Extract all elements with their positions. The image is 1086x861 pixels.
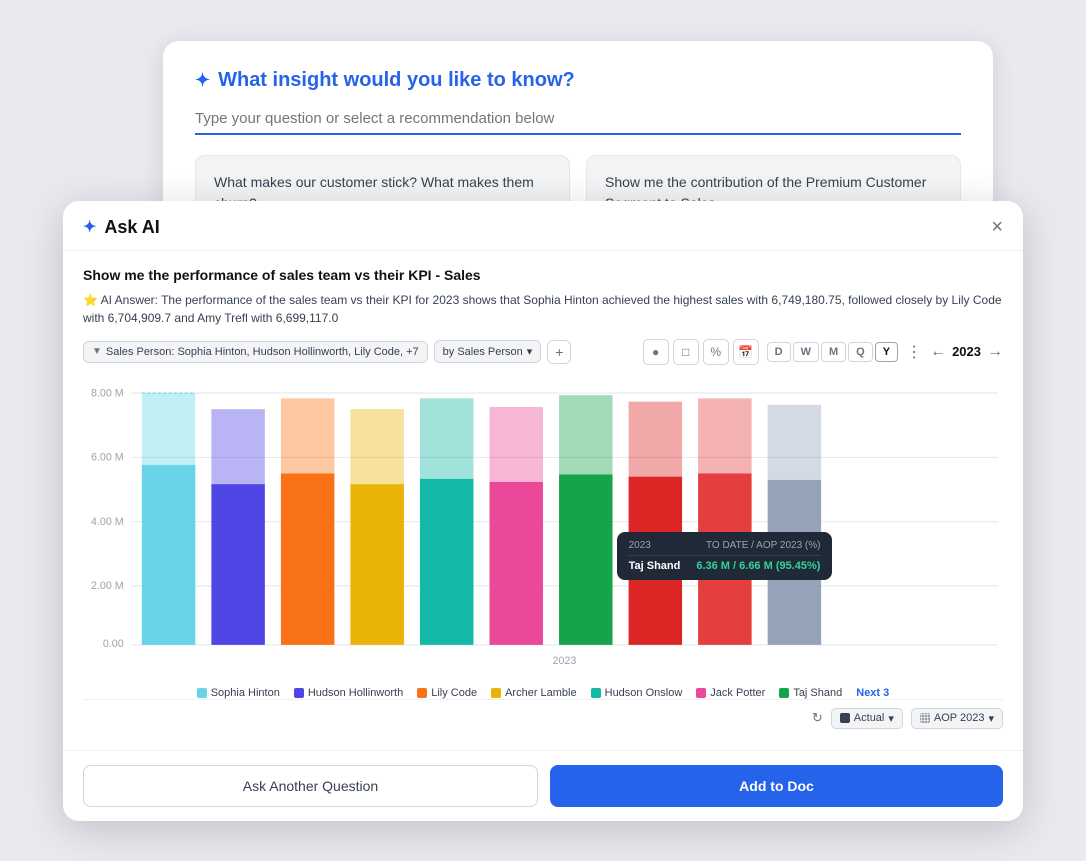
by-person-dropdown[interactable]: by Sales Person ▾ <box>434 340 542 363</box>
bar-sophia-actual[interactable] <box>142 464 195 644</box>
modal-sparkle-icon: ✦ <box>83 217 96 237</box>
period-btn-q[interactable]: Q <box>848 342 873 362</box>
legend-dot-hudson-h <box>294 688 304 698</box>
bar-hudson-o-kpi <box>420 398 473 478</box>
bar-taj-actual[interactable] <box>559 474 612 644</box>
percent-view-button[interactable]: % <box>703 339 729 365</box>
add-to-doc-button[interactable]: Add to Doc <box>550 765 1003 807</box>
chart-toolbar: ▼ Sales Person: Sophia Hinton, Hudson Ho… <box>83 339 1003 365</box>
bar-hudson-h-actual[interactable] <box>211 484 264 645</box>
bar-9-kpi <box>698 398 751 473</box>
ask-ai-modal: ✦ Ask AI × Show me the performance of sa… <box>63 201 1023 821</box>
star-icon: ⭐ <box>83 293 98 307</box>
bar-jack-actual[interactable] <box>490 482 543 645</box>
year-nav: ← 2023 → <box>930 343 1003 361</box>
modal-header: ✦ Ask AI × <box>63 201 1023 251</box>
aop-chevron-icon: ▾ <box>988 712 994 725</box>
legend-dot-hudson-o <box>591 688 601 698</box>
rec-title: ✦ What insight would you like to know? <box>195 69 961 92</box>
period-btn-m[interactable]: M <box>821 342 846 362</box>
chart-footer: ↻ Actual ▾ AOP 2023 ▾ <box>83 699 1003 733</box>
bar-lily-actual[interactable] <box>281 473 334 644</box>
chart-controls-right: ● □ % 📅 D W M Q Y ⋮ ← 202 <box>643 339 1003 365</box>
legend-sophia: Sophia Hinton <box>197 687 280 699</box>
actual-color <box>840 713 850 723</box>
period-btn-w[interactable]: W <box>793 342 819 362</box>
rec-title-text: What insight would you like to know? <box>218 69 575 92</box>
year-label: 2023 <box>952 344 981 359</box>
sparkle-icon: ✦ <box>195 70 210 91</box>
refresh-icon: ↻ <box>812 710 823 726</box>
bar-hudson-h-kpi <box>211 409 264 484</box>
filter-tags: ▼ Sales Person: Sophia Hinton, Hudson Ho… <box>83 340 571 364</box>
svg-text:2.00 M: 2.00 M <box>91 580 124 592</box>
close-button[interactable]: × <box>991 217 1003 237</box>
calendar-view-button[interactable]: 📅 <box>733 339 759 365</box>
modal-body: Show me the performance of sales team vs… <box>63 251 1023 750</box>
ai-answer: ⭐ AI Answer: The performance of the sale… <box>83 291 1003 327</box>
bar-10-kpi <box>768 404 821 479</box>
aop-color <box>920 713 930 723</box>
legend-hudson-h: Hudson Hollinworth <box>294 687 403 699</box>
ask-another-button[interactable]: Ask Another Question <box>83 765 538 807</box>
bar-taj-kpi <box>559 395 612 474</box>
svg-text:8.00 M: 8.00 M <box>91 387 124 399</box>
actual-badge[interactable]: Actual ▾ <box>831 708 903 729</box>
bar-sophia-kpi <box>142 393 195 465</box>
chart-container: 8.00 M 6.00 M 4.00 M 2.00 M 0.00 <box>83 377 1003 677</box>
bar-archer-kpi <box>350 409 403 484</box>
prev-year-button[interactable]: ← <box>930 343 946 361</box>
legend-dot-lily <box>417 688 427 698</box>
legend-dot-archer <box>491 688 501 698</box>
bar-hudson-o-actual[interactable] <box>420 478 473 644</box>
next-year-button[interactable]: → <box>987 343 1003 361</box>
svg-text:0.00: 0.00 <box>103 637 124 649</box>
actual-chevron-icon: ▾ <box>888 712 894 725</box>
bar-10-actual[interactable] <box>768 479 821 644</box>
bar-lily-kpi <box>281 398 334 473</box>
legend-dot-sophia <box>197 688 207 698</box>
question-input[interactable] <box>195 104 961 135</box>
square-view-button[interactable]: □ <box>673 339 699 365</box>
legend-jack: Jack Potter <box>696 687 765 699</box>
period-btn-y[interactable]: Y <box>875 342 898 362</box>
circle-view-button[interactable]: ● <box>643 339 669 365</box>
bar-jack-kpi <box>490 407 543 482</box>
legend-archer: Archer Lamble <box>491 687 577 699</box>
bar-8-kpi <box>629 401 682 476</box>
chevron-down-icon: ▾ <box>527 345 533 358</box>
legend-taj: Taj Shand <box>779 687 842 699</box>
legend-dot-taj <box>779 688 789 698</box>
period-btn-d[interactable]: D <box>767 342 791 362</box>
funnel-icon: ▼ <box>92 346 102 357</box>
chart-legend: Sophia Hinton Hudson Hollinworth Lily Co… <box>83 687 1003 699</box>
bar-8-actual[interactable] <box>629 476 682 644</box>
bar-9-actual[interactable] <box>698 473 751 644</box>
add-filter-button[interactable]: + <box>547 340 571 364</box>
aop-badge[interactable]: AOP 2023 ▾ <box>911 708 1003 729</box>
legend-lily: Lily Code <box>417 687 477 699</box>
view-icons: ● □ % 📅 <box>643 339 759 365</box>
svg-text:6.00 M: 6.00 M <box>91 451 124 463</box>
modal-actions: Ask Another Question Add to Doc <box>63 750 1023 821</box>
bar-archer-actual[interactable] <box>350 484 403 645</box>
more-options-button[interactable]: ⋮ <box>906 342 922 362</box>
svg-text:4.00 M: 4.00 M <box>91 515 124 527</box>
chart-query: Show me the performance of sales team vs… <box>83 267 1003 283</box>
svg-text:2023: 2023 <box>553 655 577 667</box>
filter-tag[interactable]: ▼ Sales Person: Sophia Hinton, Hudson Ho… <box>83 341 428 363</box>
period-buttons: D W M Q Y <box>767 342 898 362</box>
modal-title: ✦ Ask AI <box>83 217 160 238</box>
legend-dot-jack <box>696 688 706 698</box>
legend-hudson-o: Hudson Onslow <box>591 687 683 699</box>
chart-svg: 8.00 M 6.00 M 4.00 M 2.00 M 0.00 <box>83 377 1003 677</box>
legend-next[interactable]: Next 3 <box>856 687 889 699</box>
